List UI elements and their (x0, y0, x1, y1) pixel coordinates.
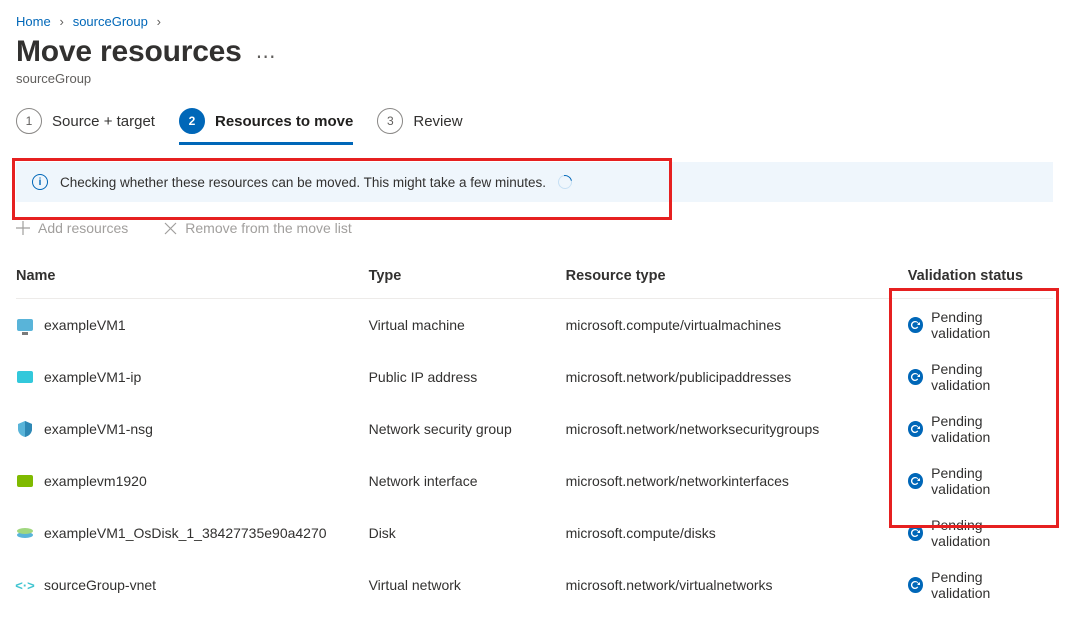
resource-name: examplevm1920 (44, 473, 147, 489)
resource-type: Public IP address (369, 351, 566, 403)
resource-provider-type: microsoft.compute/disks (566, 507, 908, 559)
sync-icon (908, 369, 923, 385)
add-resources-label: Add resources (38, 220, 128, 236)
resource-name: exampleVM1-ip (44, 369, 141, 385)
resource-provider-type: microsoft.network/publicipaddresses (566, 351, 908, 403)
table-row[interactable]: exampleVM1-ip Public IP addressmicrosoft.… (16, 351, 1053, 403)
validation-banner-text: Checking whether these resources can be … (60, 175, 546, 190)
resource-type: Virtual network (369, 559, 566, 611)
disk-icon (16, 524, 34, 542)
step-number: 3 (377, 108, 403, 134)
vm-icon (16, 316, 34, 334)
column-header-status[interactable]: Validation status (908, 260, 1053, 299)
resource-type: Network security group (369, 403, 566, 455)
table-row[interactable]: exampleVM1 Virtual machinemicrosoft.compu… (16, 299, 1053, 352)
chevron-right-icon: › (59, 14, 65, 29)
resource-provider-type: microsoft.network/virtualnetworks (566, 559, 908, 611)
vnet-icon: <·> (16, 576, 34, 594)
resource-name: exampleVM1 (44, 317, 126, 333)
step-label: Source + target (52, 113, 155, 130)
nsg-icon (16, 420, 34, 438)
resource-name: exampleVM1-nsg (44, 421, 153, 437)
step-number: 2 (179, 108, 205, 134)
step-review[interactable]: 3 Review (377, 108, 462, 144)
validation-status: Pending validation (931, 361, 1041, 393)
validation-status: Pending validation (931, 309, 1041, 341)
chevron-right-icon: › (156, 14, 162, 29)
resources-table: Name Type Resource type Validation statu… (16, 260, 1053, 611)
table-row[interactable]: examplevm1920 Network interfacemicrosoft.… (16, 455, 1053, 507)
step-number: 1 (16, 108, 42, 134)
remove-label: Remove from the move list (185, 220, 352, 236)
resource-name: exampleVM1_OsDisk_1_38427735e90a4270 (44, 525, 327, 541)
validation-banner: i Checking whether these resources can b… (16, 162, 1053, 202)
breadcrumb-link-home[interactable]: Home (16, 14, 51, 29)
resource-type: Virtual machine (369, 299, 566, 352)
step-source-target[interactable]: 1 Source + target (16, 108, 155, 144)
remove-button[interactable]: Remove from the move list (164, 220, 352, 236)
toolbar: Add resources Remove from the move list (16, 220, 1053, 236)
breadcrumb-link-group[interactable]: sourceGroup (73, 14, 148, 29)
public-ip-icon (16, 368, 34, 386)
step-resources-to-move[interactable]: 2 Resources to move (179, 108, 353, 144)
sync-icon (908, 577, 923, 593)
page-title: Move resources (16, 35, 242, 69)
column-header-resource-type[interactable]: Resource type (566, 260, 908, 299)
add-resources-button[interactable]: Add resources (16, 220, 128, 236)
validation-status: Pending validation (931, 465, 1041, 497)
breadcrumb: Home › sourceGroup › (16, 14, 1053, 29)
spinner-icon (555, 172, 574, 191)
resource-type: Disk (369, 507, 566, 559)
validation-status: Pending validation (931, 517, 1041, 549)
resource-provider-type: microsoft.network/networksecuritygroups (566, 403, 908, 455)
table-row[interactable]: <·> sourceGroup-vnet Virtual networkmicros… (16, 559, 1053, 611)
validation-status: Pending validation (931, 413, 1041, 445)
sync-icon (908, 421, 923, 437)
validation-status: Pending validation (931, 569, 1041, 601)
column-header-name[interactable]: Name (16, 260, 369, 299)
page-subtitle: sourceGroup (16, 71, 1053, 86)
resource-type: Network interface (369, 455, 566, 507)
resource-provider-type: microsoft.network/networkinterfaces (566, 455, 908, 507)
nic-icon (16, 472, 34, 490)
sync-icon (908, 317, 923, 333)
stepper: 1 Source + target 2 Resources to move 3 … (16, 108, 1053, 144)
plus-icon (16, 221, 30, 235)
table-row[interactable]: exampleVM1_OsDisk_1_38427735e90a4270 Disk… (16, 507, 1053, 559)
step-label: Review (413, 113, 462, 130)
sync-icon (908, 525, 923, 541)
table-row[interactable]: exampleVM1-nsg Network security groupmicr… (16, 403, 1053, 455)
column-header-type[interactable]: Type (369, 260, 566, 299)
close-icon (164, 222, 177, 235)
more-actions-button[interactable]: ⋯ (256, 37, 278, 67)
info-icon: i (32, 174, 48, 190)
resource-provider-type: microsoft.compute/virtualmachines (566, 299, 908, 352)
sync-icon (908, 473, 923, 489)
resource-name: sourceGroup-vnet (44, 577, 156, 593)
step-label: Resources to move (215, 113, 353, 130)
